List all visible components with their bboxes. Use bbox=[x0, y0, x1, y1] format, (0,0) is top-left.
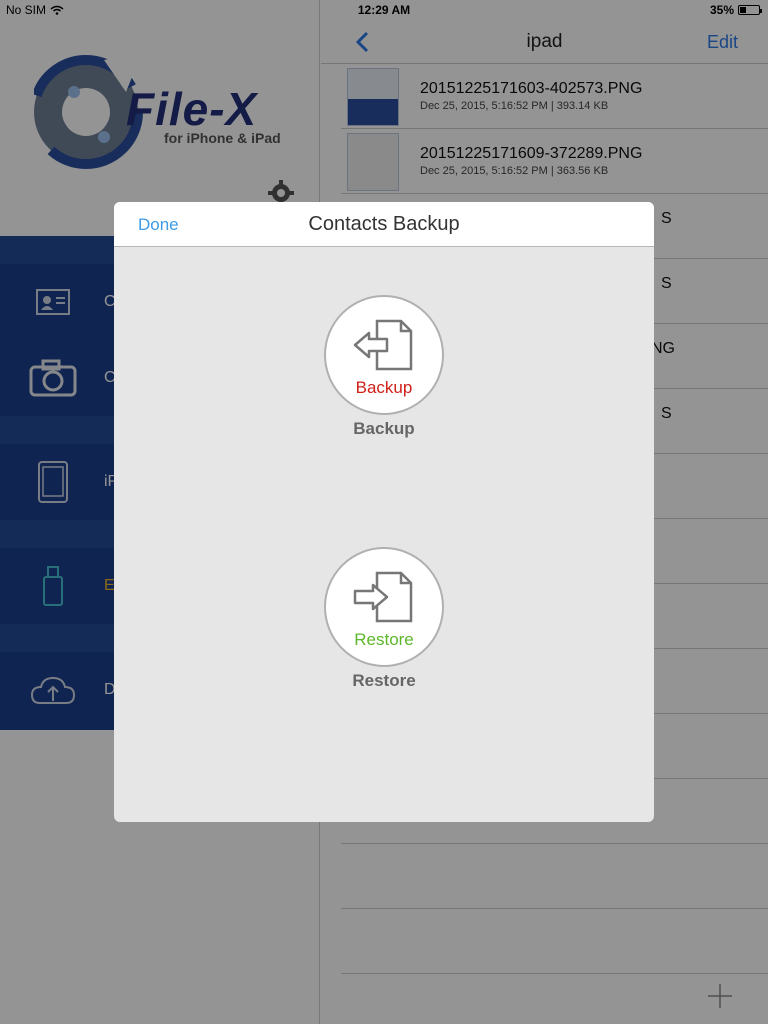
battery-icon bbox=[738, 5, 762, 15]
backup-action[interactable]: Backup Backup bbox=[324, 295, 444, 439]
restore-inner-label: Restore bbox=[354, 630, 414, 649]
backup-caption: Backup bbox=[353, 419, 415, 438]
dialog-header: Done Contacts Backup bbox=[114, 202, 654, 247]
status-right: 35% bbox=[709, 3, 762, 17]
backup-button[interactable]: Backup bbox=[324, 295, 444, 415]
battery-level bbox=[740, 7, 746, 13]
backup-file-icon bbox=[353, 319, 413, 371]
restore-button[interactable]: Restore bbox=[324, 547, 444, 667]
dialog-title: Contacts Backup bbox=[308, 213, 460, 235]
restore-action[interactable]: Restore Restore bbox=[324, 547, 444, 691]
contacts-backup-dialog: Done Contacts Backup Backup Backup Resto… bbox=[114, 202, 654, 822]
status-time: 12:29 AM bbox=[357, 3, 411, 17]
status-bar: No SIM 12:29 AM 35% bbox=[0, 0, 768, 20]
restore-caption: Restore bbox=[352, 671, 416, 690]
battery-percent: 35% bbox=[709, 3, 734, 17]
backup-inner-label: Backup bbox=[355, 378, 413, 397]
restore-file-icon bbox=[353, 571, 413, 623]
